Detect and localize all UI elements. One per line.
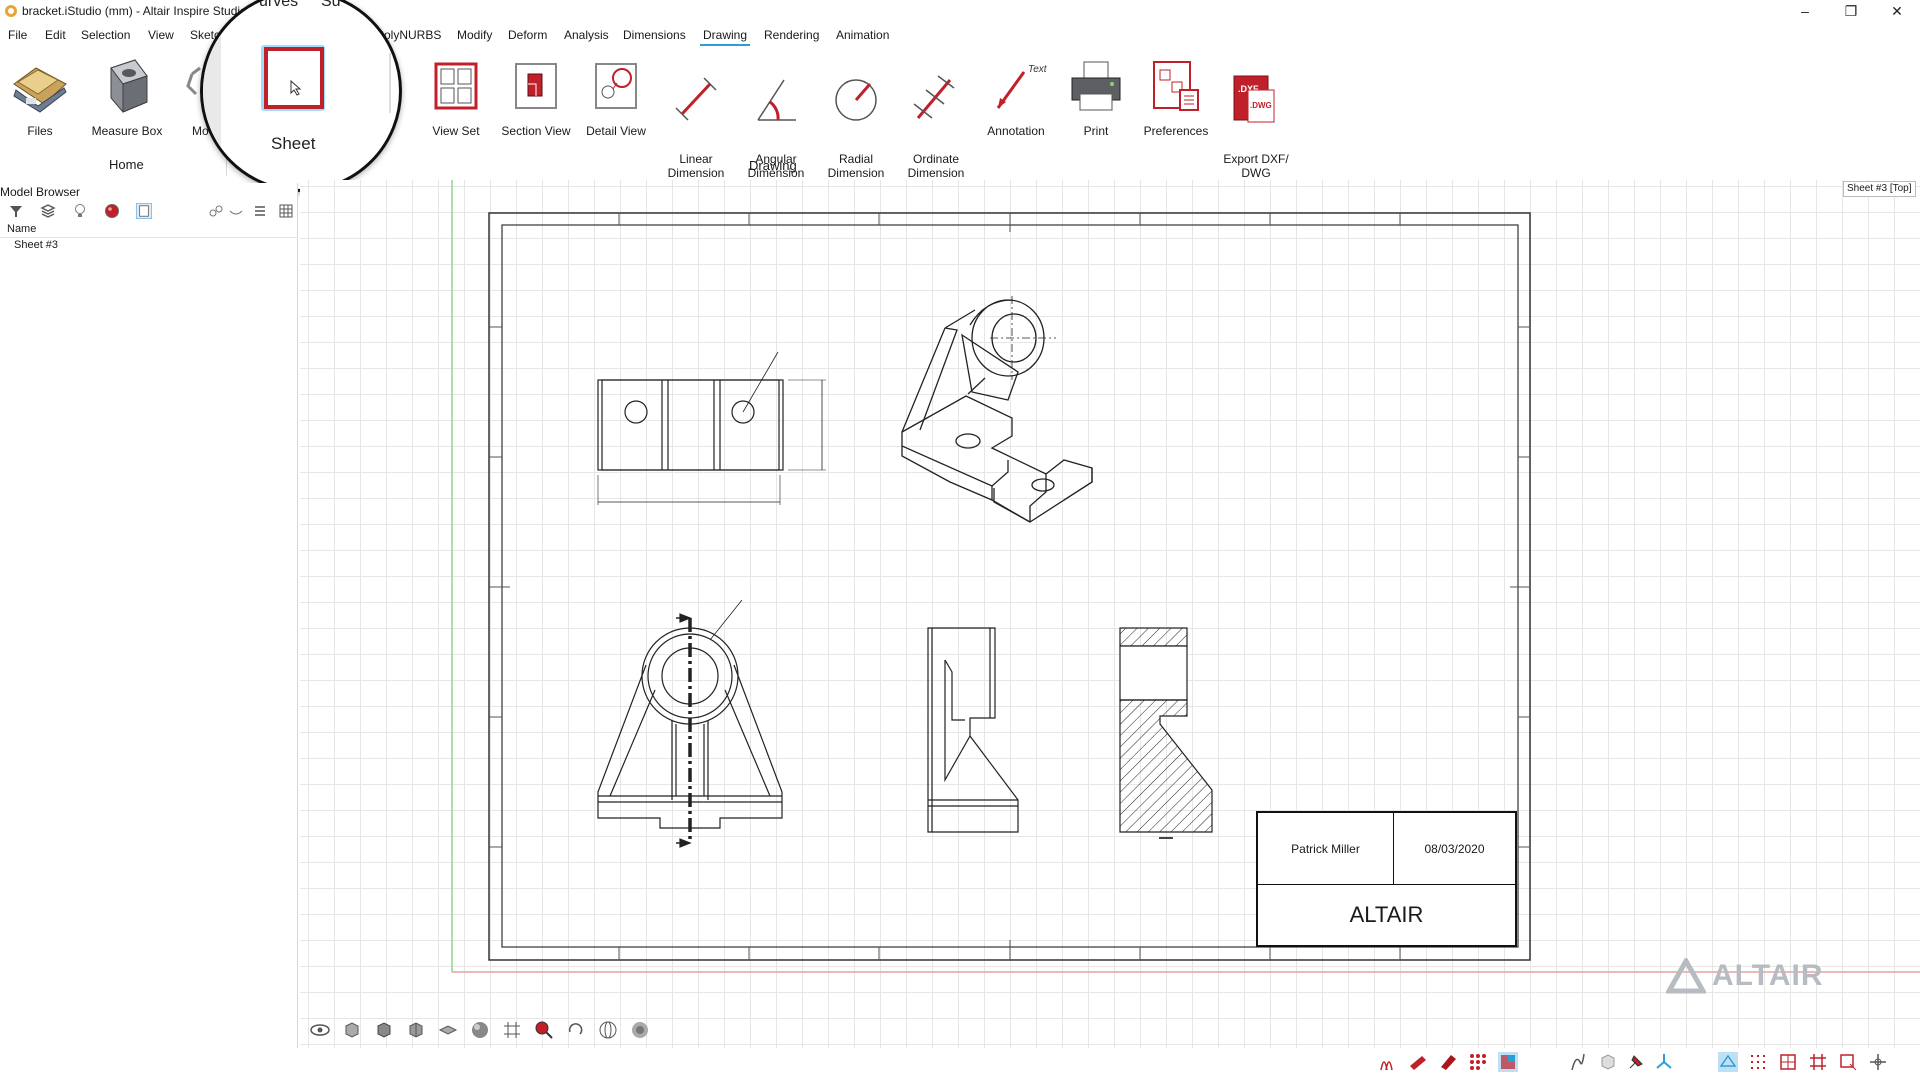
box-snap-icon[interactable] bbox=[1598, 1052, 1618, 1072]
title-block: Patrick Miller 08/03/2020 ALTAIR bbox=[1256, 811, 1517, 947]
rotate-icon[interactable] bbox=[566, 1020, 586, 1040]
side-view-drawing bbox=[927, 627, 1019, 833]
shaded-sphere-icon[interactable] bbox=[470, 1020, 490, 1040]
surface-edge-icon[interactable] bbox=[1438, 1052, 1458, 1072]
watermark-text: ALTAIR bbox=[1712, 959, 1824, 992]
pin-icon[interactable] bbox=[1626, 1052, 1646, 1072]
snap-toolbar bbox=[1378, 1052, 1898, 1074]
view-toolbar bbox=[310, 1020, 660, 1042]
curves-icon[interactable] bbox=[1378, 1052, 1398, 1072]
section-view-drawing bbox=[1119, 627, 1213, 839]
top-view-icon[interactable] bbox=[438, 1020, 458, 1040]
eye-icon[interactable] bbox=[310, 1020, 330, 1040]
grid-icon[interactable] bbox=[502, 1020, 522, 1040]
front-view-icon[interactable] bbox=[374, 1020, 394, 1040]
grid-snap-icon[interactable] bbox=[1748, 1052, 1768, 1072]
grid-lines-icon[interactable] bbox=[1778, 1052, 1798, 1072]
points-icon[interactable] bbox=[1468, 1052, 1488, 1072]
snap-mesh-icon[interactable] bbox=[1498, 1052, 1518, 1072]
surface-icon[interactable] bbox=[1408, 1052, 1428, 1072]
altair-watermark: ALTAIR bbox=[1666, 958, 1824, 994]
render-icon[interactable] bbox=[630, 1020, 650, 1040]
move-snap-icon[interactable] bbox=[1868, 1052, 1888, 1072]
title-block-date: 08/03/2020 bbox=[1394, 813, 1515, 885]
title-block-company: ALTAIR bbox=[1349, 902, 1424, 927]
isometric-view-drawing bbox=[901, 296, 1093, 523]
top-view-drawing bbox=[597, 351, 826, 505]
crossed-grid-icon[interactable] bbox=[1808, 1052, 1828, 1072]
zoom-icon[interactable] bbox=[534, 1020, 554, 1040]
iso-view-icon[interactable] bbox=[342, 1020, 362, 1040]
drawing-sheet bbox=[451, 180, 1920, 973]
altair-logo-icon bbox=[1666, 958, 1706, 994]
title-block-author: Patrick Miller bbox=[1258, 813, 1394, 885]
view-label: Sheet #3 [Top] bbox=[1843, 181, 1916, 197]
workplane-icon[interactable] bbox=[1718, 1052, 1738, 1072]
frame-snap-icon[interactable] bbox=[1838, 1052, 1858, 1072]
axis-tripod-icon[interactable] bbox=[1654, 1052, 1674, 1072]
curve-snap-icon[interactable] bbox=[1568, 1052, 1588, 1072]
side-view-icon[interactable] bbox=[406, 1020, 426, 1040]
globe-icon[interactable] bbox=[598, 1020, 618, 1040]
front-view-drawing bbox=[597, 599, 783, 848]
